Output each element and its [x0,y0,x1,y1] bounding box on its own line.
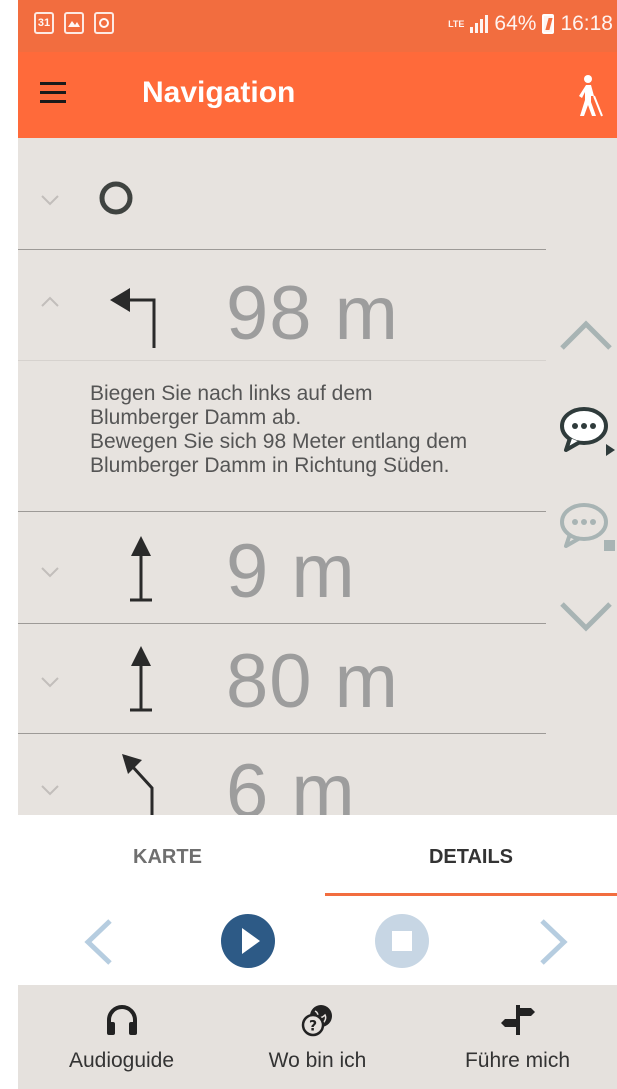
turn-left-arrow-icon [110,288,156,348]
route-step[interactable]: 80 m [18,624,546,734]
globe-question-icon: ? [301,1005,332,1037]
step-distance: 6 m [226,749,356,815]
chevron-down-icon[interactable] [40,676,60,688]
tab-indicator [325,893,617,896]
next-icon[interactable] [536,917,572,967]
step-distance: 98 m [226,271,399,356]
blind-walker-icon[interactable] [575,74,603,118]
svg-text:?: ? [308,1019,316,1035]
route-steps-list: 98 m Biegen Sie nach links auf dem Blumb… [18,138,617,815]
voicemail-icon [94,12,114,34]
chevron-down-icon[interactable] [40,784,60,796]
play-icon[interactable] [220,913,276,969]
signpost-icon [500,1005,535,1035]
destination-circle-icon [99,181,133,215]
step-instruction: Biegen Sie nach links auf dem Blumberger… [90,382,468,477]
signal-icon [470,15,489,33]
stop-speak-icon[interactable] [558,498,616,554]
nav-wo-bin-ich[interactable]: ? Wo bin ich [218,985,417,1089]
tab-bar: KARTE DETAILS [18,815,617,897]
route-step[interactable]: 6 m [18,734,546,815]
nav-label: Audioguide [68,1049,175,1072]
side-controls [558,138,617,815]
slight-left-arrow-icon [122,754,154,815]
nav-label: Wo bin ich [268,1049,367,1072]
speak-icon[interactable] [558,402,616,458]
app-bar: Navigation [18,52,617,138]
tab-karte[interactable]: KARTE [18,815,317,897]
nav-label: Führe mich [464,1049,571,1072]
clock: 16:18 [560,12,613,35]
tab-details[interactable]: DETAILS [325,815,617,897]
straight-arrow-icon [130,646,152,712]
player-controls [18,897,617,985]
page-title: Navigation [142,76,296,109]
battery-charging-icon [542,14,555,34]
previous-icon[interactable] [80,917,116,967]
step-distance: 80 m [226,639,399,724]
headphones-icon [106,1005,137,1035]
bottom-nav: Audioguide ? Wo bin ich Führe mich [18,985,617,1089]
route-step[interactable] [18,138,546,250]
left-edge [0,0,18,1089]
chevron-up-icon[interactable] [40,296,60,308]
battery-percent: 64% [494,12,537,35]
chevron-down-icon[interactable] [40,194,60,206]
nav-fuehre-mich[interactable]: Führe mich [418,985,617,1089]
network-type: LTE [448,18,465,29]
calendar-icon: 31 [34,12,54,34]
chevron-down-icon[interactable] [40,566,60,578]
hamburger-menu-icon[interactable] [40,82,66,104]
scroll-down-icon[interactable] [558,600,614,634]
image-icon [64,12,84,34]
status-bar: 31 LTE 64% 16:18 [18,0,617,52]
divider [18,360,546,361]
step-distance: 9 m [226,529,356,614]
scroll-up-icon[interactable] [558,318,614,352]
route-step[interactable]: 9 m [18,512,546,624]
stop-icon[interactable] [374,913,430,969]
straight-arrow-icon [130,536,152,602]
nav-audioguide[interactable]: Audioguide [22,985,221,1089]
